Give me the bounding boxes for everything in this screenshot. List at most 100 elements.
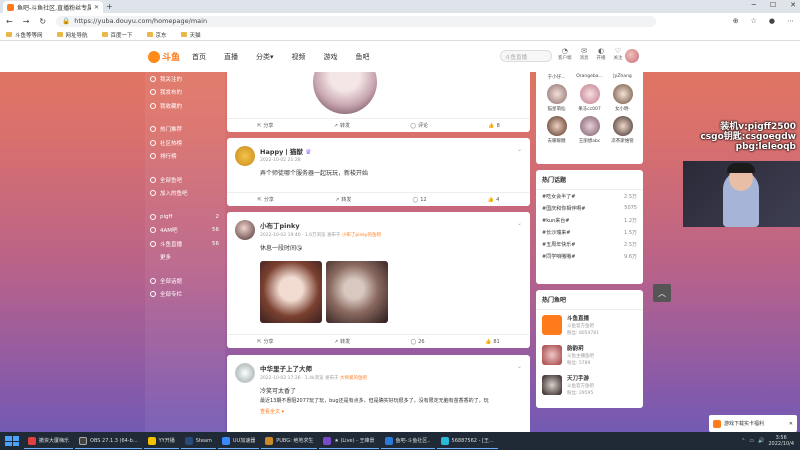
nav-category[interactable]: 分类▾ xyxy=(256,52,274,62)
taskbar-item[interactable]: 鱼吧-斗鱼社区.. xyxy=(380,433,435,449)
clock[interactable]: 3:56 2022/10/4 xyxy=(768,435,794,447)
post-image[interactable] xyxy=(313,72,377,114)
hot-topic-item[interactable]: #五周年快乐# 2.5万 xyxy=(536,238,643,250)
sidebar-joined-item[interactable]: pigff 2 xyxy=(145,210,225,224)
hot-bar-item[interactable]: 斗鱼直播 斗鱼官方鱼吧 粉丝: 8054781 xyxy=(536,310,643,340)
recommended-user[interactable]: 王丽想abc xyxy=(574,116,606,144)
reload-icon[interactable]: ↻ xyxy=(39,17,46,26)
bar-tag-link[interactable]: 大师爱的鱼吧 xyxy=(340,376,367,381)
nav-home[interactable]: 首页 xyxy=(192,52,206,62)
forward-button[interactable]: ↗ 转发 xyxy=(335,196,351,204)
minimize-icon[interactable]: ─ xyxy=(752,1,756,9)
nav-game[interactable]: 游戏 xyxy=(324,52,338,62)
like-button[interactable]: 👍 4 xyxy=(488,197,499,203)
zoom-icon[interactable]: ⊕ xyxy=(733,17,739,25)
post-text[interactable]: 最近13期不惠阻2077玩了玩，bug还是有点多，但是确实好玩很多了，没有限定无… xyxy=(260,398,522,405)
author-name[interactable]: Happy丨猫猷 xyxy=(260,148,303,156)
post-title[interactable]: 冷笑可太香了 xyxy=(260,386,522,395)
sidebar-item-hot[interactable]: 热门推荐 xyxy=(145,123,225,137)
follow-button[interactable]: ♡ 关注 xyxy=(614,47,623,61)
recommended-user[interactable]: 去暖暖糖 xyxy=(541,116,573,144)
comment-button[interactable]: ◯ 评论 xyxy=(410,122,428,130)
close-icon[interactable]: ✕ xyxy=(789,421,793,427)
sidebar-joined-item[interactable]: 斗鱼直播 56 xyxy=(145,237,225,251)
taskbar-item[interactable]: YY开播 xyxy=(143,433,179,449)
tray-expand-icon[interactable]: ⌃ xyxy=(741,438,745,444)
sidebar-item-all-topics[interactable]: 全部话题 xyxy=(145,274,225,288)
chevron-down-icon[interactable]: ⌄ xyxy=(517,220,522,227)
hot-topic-item[interactable]: #国庆和你相伴啊# 5075 xyxy=(536,202,643,214)
comment-button[interactable]: ◯ 12 xyxy=(413,197,427,203)
sidebar-item-joined-bars[interactable]: 加入的鱼吧 xyxy=(145,187,225,201)
taskbar-item[interactable]: UU加速器 xyxy=(217,433,260,449)
hot-bar-item[interactable]: 韵韵玥 斗鱼主播鱼吧 粉丝: 5789 xyxy=(536,340,643,370)
nav-video[interactable]: 视频 xyxy=(292,52,306,62)
bookmark-item[interactable]: 斗鱼等等网 xyxy=(6,31,43,39)
sidebar-item-all-columns[interactable]: 全部专栏 xyxy=(145,288,225,302)
recommended-user[interactable]: 女小明- xyxy=(607,84,639,112)
forward-icon[interactable]: → xyxy=(23,17,30,26)
user-name[interactable]: Orangeba... xyxy=(574,74,606,80)
forward-button[interactable]: ↗ 转发 xyxy=(334,122,350,130)
volume-icon[interactable]: 🔊 xyxy=(758,438,764,444)
recommended-user[interactable]: 猫星萌仙 xyxy=(541,84,573,112)
share-button[interactable]: ⇱ 分享 xyxy=(258,196,274,204)
url-field[interactable]: 🔒 https://yuba.douyu.com/homepage/main xyxy=(56,15,657,27)
hot-topic-item[interactable]: #吃女会半了# 2.5万 xyxy=(536,190,643,202)
network-icon[interactable]: ▭ xyxy=(749,438,754,444)
nav-live[interactable]: 直播 xyxy=(224,52,238,62)
taskbar-item[interactable]: 撤资大厦嗨乐 xyxy=(24,433,74,449)
close-tab-icon[interactable]: ✕ xyxy=(94,4,99,11)
maximize-icon[interactable]: ☐ xyxy=(770,1,776,9)
bookmark-item[interactable]: 网址导航 xyxy=(56,31,88,39)
post-image[interactable] xyxy=(260,261,322,323)
taskbar-item[interactable]: OBS 27.1.3 (64-b... xyxy=(75,433,142,449)
post-text[interactable]: 休息一段时间😘 xyxy=(260,243,522,252)
sidebar-joined-item[interactable]: 4AM吧 56 xyxy=(145,224,225,238)
favorite-icon[interactable]: ☆ xyxy=(751,17,757,25)
taskbar-item[interactable]: Steam xyxy=(180,433,216,449)
author-avatar[interactable] xyxy=(235,220,255,240)
hot-topic-item[interactable]: #长沙瑞来# 1.5万 xyxy=(536,226,643,238)
share-button[interactable]: ⇱ 分享 xyxy=(257,338,273,346)
sidebar-item-following[interactable]: 我关注的 xyxy=(145,72,225,86)
start-live-button[interactable]: ◐ 开播 xyxy=(597,47,606,61)
close-window-icon[interactable]: ✕ xyxy=(790,1,796,9)
read-more-link[interactable]: 查看全文 ▾ xyxy=(260,408,522,415)
message-button[interactable]: ✉ 消息 xyxy=(580,47,589,61)
sidebar-item-community-rank[interactable]: 社区热榜 xyxy=(145,136,225,150)
menu-icon[interactable]: ⋯ xyxy=(787,17,794,25)
sidebar-item-favorites[interactable]: 我收藏的 xyxy=(145,99,225,113)
nav-yuba[interactable]: 鱼吧 xyxy=(356,52,370,62)
hot-topic-item[interactable]: #kun来台# 1.2万 xyxy=(536,214,643,226)
author-name[interactable]: 中华里子上了大师 xyxy=(260,363,522,373)
author-avatar[interactable] xyxy=(235,363,255,383)
douyu-logo[interactable]: 斗鱼 xyxy=(148,50,180,63)
post-image[interactable] xyxy=(326,261,388,323)
windows-start-icon[interactable] xyxy=(5,436,19,446)
scroll-to-top-button[interactable]: ︿ xyxy=(653,284,671,302)
hot-bar-item[interactable]: 天刀手游 斗鱼官方鱼吧 粉丝: 29595 xyxy=(536,370,643,400)
recommended-user[interactable]: 凉茶斯维管 xyxy=(607,116,639,144)
taskbar-item[interactable]: ★ (Live) - 王峰景 xyxy=(319,433,379,449)
author-name[interactable]: 小布丁pinky xyxy=(260,220,522,230)
bookmark-item[interactable]: 天猫 xyxy=(180,31,201,39)
sidebar-item-all-bars[interactable]: 全部鱼吧 xyxy=(145,173,225,187)
chevron-down-icon[interactable]: ⌄ xyxy=(517,363,522,370)
back-icon[interactable]: ← xyxy=(6,17,13,26)
site-search-input[interactable]: 斗鱼直播 xyxy=(500,50,552,62)
share-button[interactable]: ⇱ 分享 xyxy=(257,122,273,130)
taskbar-item[interactable]: PUBG: 绝地求生 xyxy=(261,433,318,449)
forward-button[interactable]: ↗ 转发 xyxy=(334,338,350,346)
browser-tab[interactable]: 鱼吧-斗鱼社区,直播粉丝专属交流平台 ✕ xyxy=(3,1,103,13)
promo-popup[interactable]: 游戏下载实卡福利 ✕ xyxy=(709,415,797,432)
bar-tag-link[interactable]: 小布丁pinky的鱼吧 xyxy=(342,233,381,238)
sidebar-item-posted[interactable]: 我发布的 xyxy=(145,86,225,100)
chevron-down-icon[interactable]: ⌄ xyxy=(517,146,522,153)
like-button[interactable]: 👍 8 xyxy=(488,123,499,129)
bookmark-item[interactable]: 京东 xyxy=(146,31,167,39)
new-tab-icon[interactable]: + xyxy=(106,2,113,11)
recommended-user[interactable]: 果冻cc007 xyxy=(574,84,606,112)
bookmark-item[interactable]: 百度一下 xyxy=(101,31,133,39)
author-avatar[interactable] xyxy=(235,146,255,166)
